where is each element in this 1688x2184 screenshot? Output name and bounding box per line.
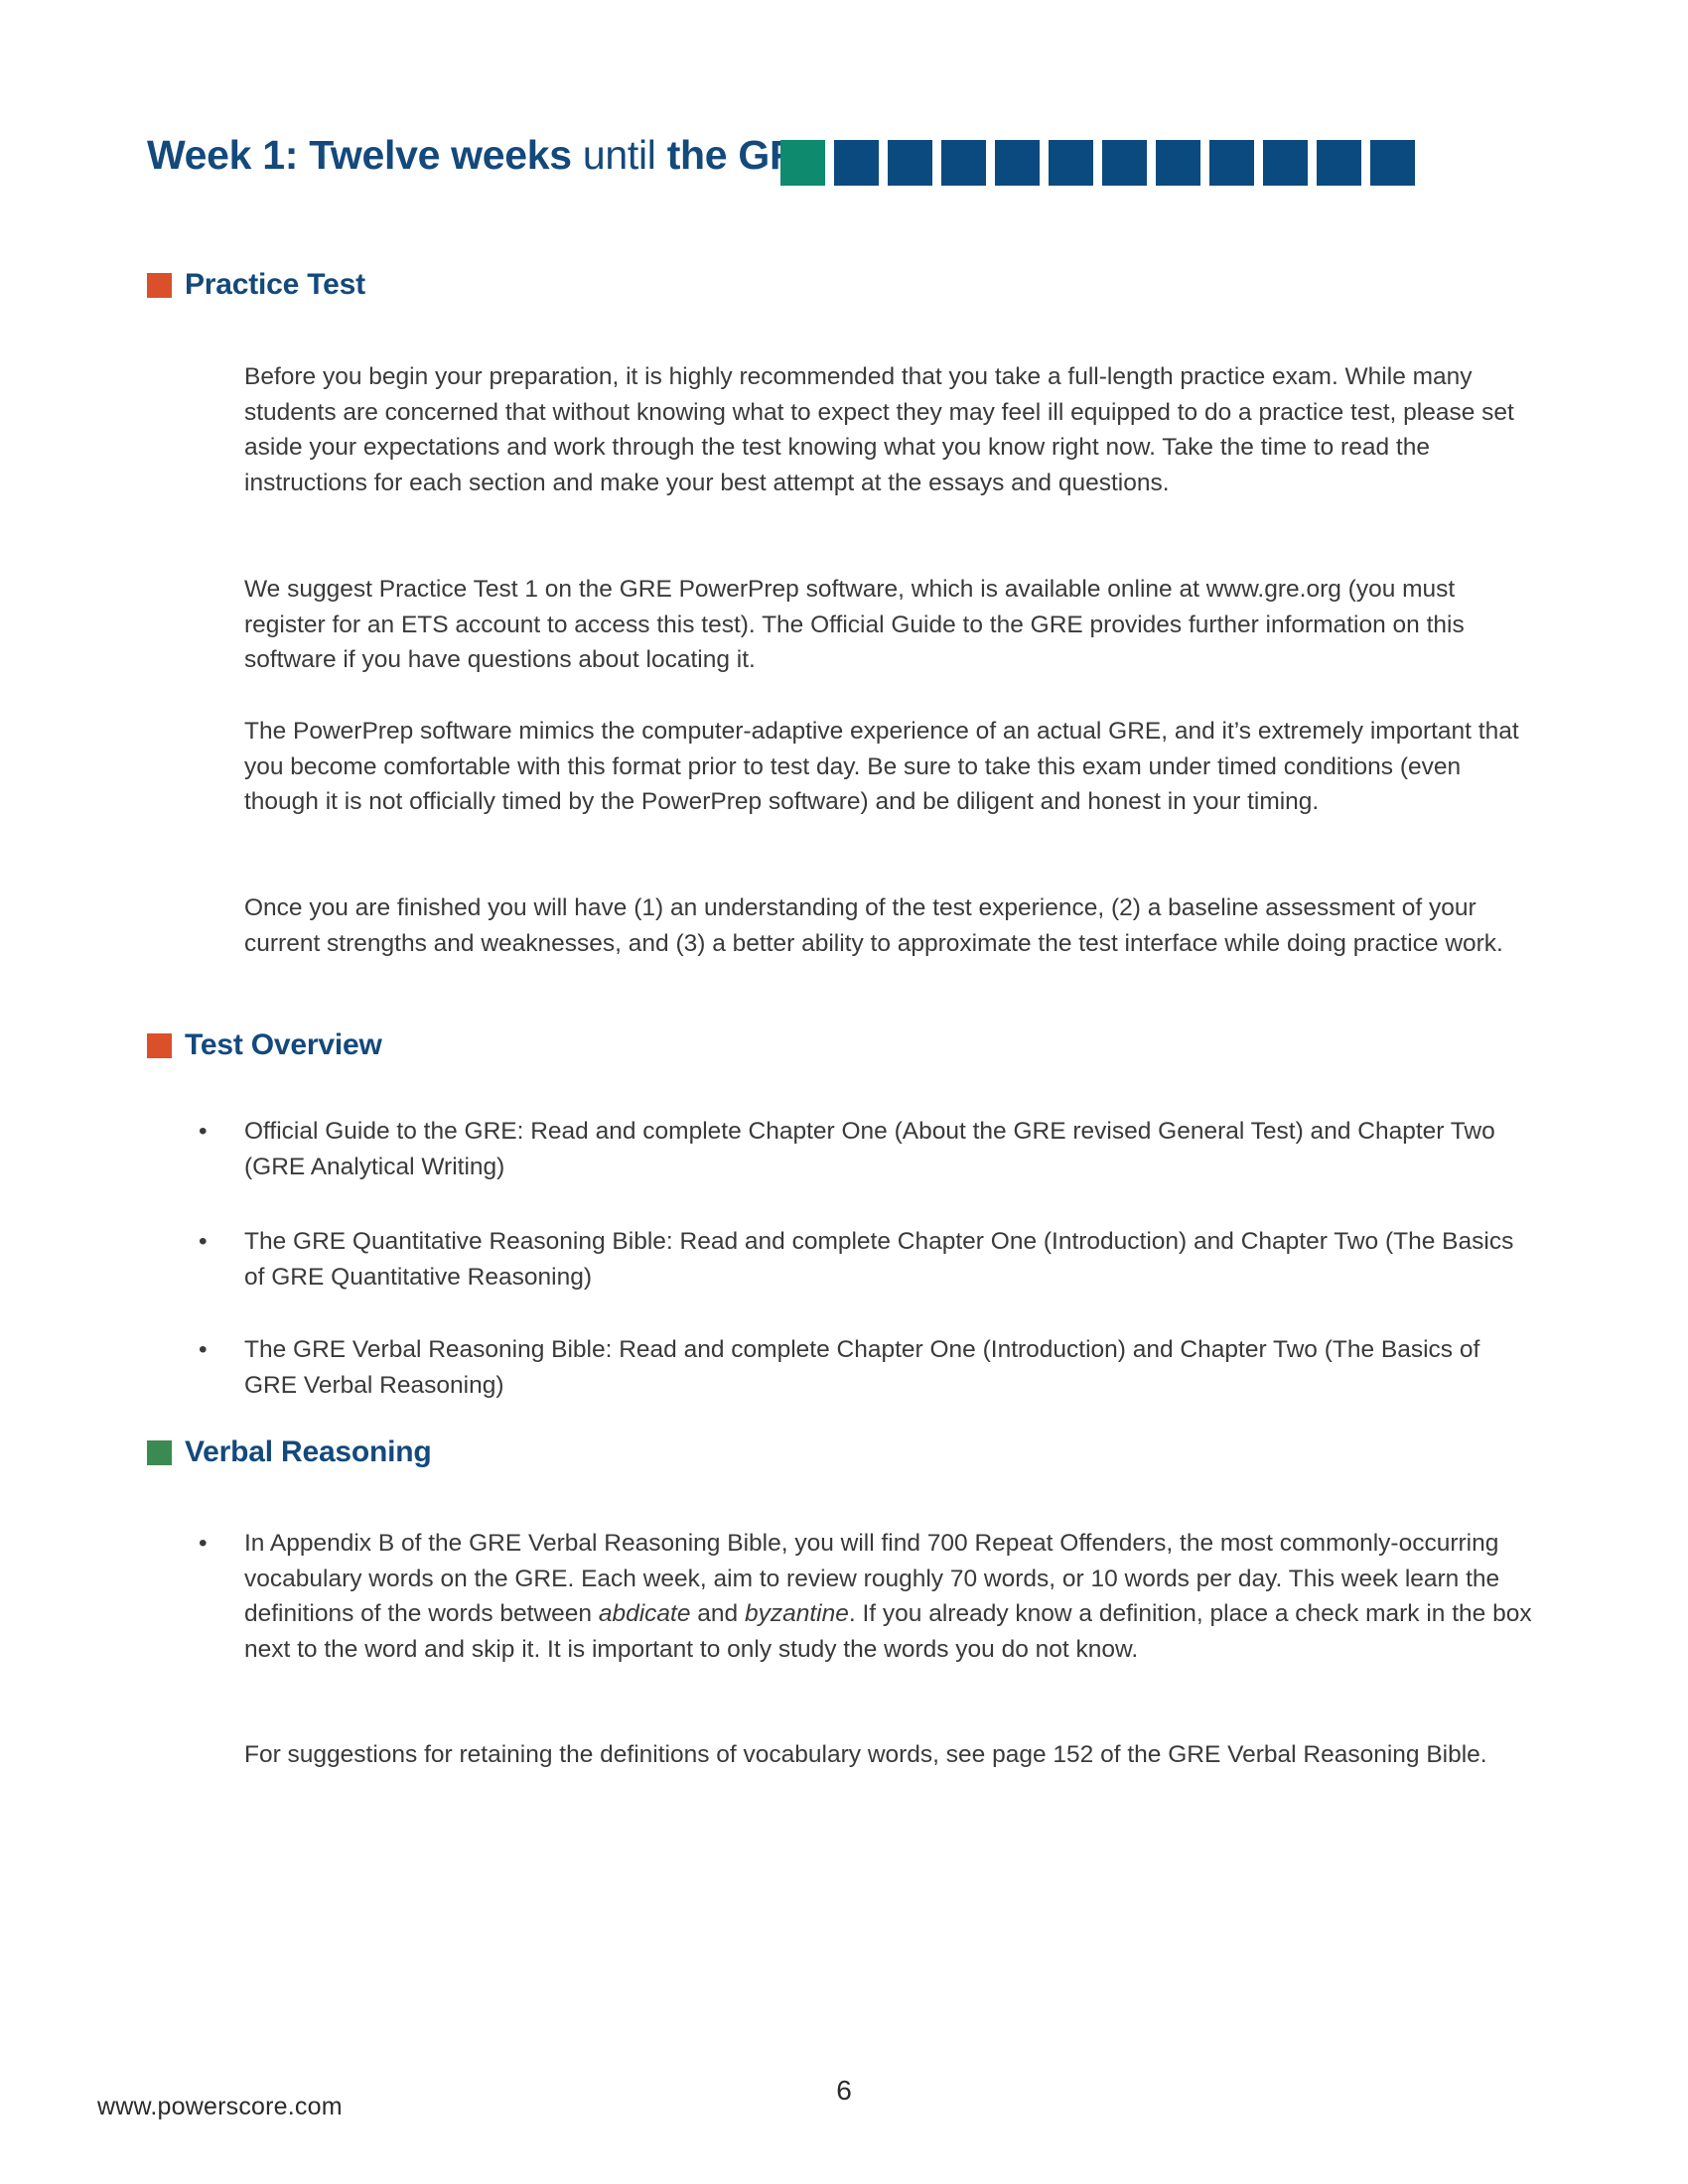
progress-block-12 <box>1370 140 1415 186</box>
list-item: • The GRE Verbal Reasoning Bible: Read a… <box>195 1332 1535 1403</box>
paragraph-practice-test-4: Once you are finished you will have (1) … <box>244 894 1503 957</box>
page-title-part-2: until <box>571 132 667 178</box>
bullet-marker-icon: • <box>199 1530 208 1557</box>
section-heading-label: Test Overview <box>185 1028 382 1061</box>
green-square-icon <box>147 1439 172 1465</box>
progress-block-2 <box>834 140 879 186</box>
section-heading-label: Practice Test <box>185 268 365 301</box>
list-item-text: In Appendix B of the GRE Verbal Reasonin… <box>244 1526 1535 1667</box>
list-item: • Official Guide to the GRE: Read and co… <box>195 1114 1535 1184</box>
list-item: • The GRE Quantitative Reasoning Bible: … <box>195 1224 1535 1295</box>
week-progress-blocks <box>780 140 1415 186</box>
section-heading-label: Verbal Reasoning <box>185 1435 432 1468</box>
progress-block-5 <box>995 140 1040 186</box>
progress-block-7 <box>1102 140 1147 186</box>
bullet-marker-icon: • <box>199 1118 208 1145</box>
orange-square-icon <box>147 272 172 298</box>
page-title-part-1: Week 1: Twelve weeks <box>147 132 572 178</box>
progress-block-3 <box>888 140 932 186</box>
list-item-text-segment-2: and <box>690 1600 745 1627</box>
italic-word-abdicate: abdicate <box>598 1600 691 1627</box>
progress-block-8 <box>1156 140 1200 186</box>
section-heading-practice-test: Practice Test <box>147 270 365 300</box>
paragraph-verbal-reasoning-closing: For suggestions for retaining the defini… <box>244 1741 1487 1768</box>
bullet-marker-icon: • <box>199 1336 208 1363</box>
footer-page-number: 6 <box>836 2075 852 2106</box>
section-heading-verbal-reasoning: Verbal Reasoning <box>147 1437 432 1467</box>
paragraph-practice-test-1: Before you begin your preparation, it is… <box>244 363 1514 496</box>
italic-word-byzantine: byzantine <box>744 1600 849 1627</box>
progress-block-10 <box>1263 140 1308 186</box>
progress-block-11 <box>1317 140 1361 186</box>
list-item-text: The GRE Verbal Reasoning Bible: Read and… <box>244 1336 1480 1399</box>
page-header: Week 1: Twelve weeks until the GRE <box>0 127 1688 187</box>
progress-block-4 <box>941 140 986 186</box>
progress-block-9 <box>1209 140 1254 186</box>
section-heading-test-overview: Test Overview <box>147 1030 382 1060</box>
paragraph-practice-test-2: We suggest Practice Test 1 on the GRE Po… <box>244 576 1465 673</box>
list-item: • In Appendix B of the GRE Verbal Reason… <box>195 1526 1535 1667</box>
list-item-text: Official Guide to the GRE: Read and comp… <box>244 1118 1495 1180</box>
page-title: Week 1: Twelve weeks until the GRE <box>147 127 826 187</box>
paragraph-practice-test-3: The PowerPrep software mimics the comput… <box>244 718 1519 815</box>
document-page: Week 1: Twelve weeks until the GRE Pract… <box>0 0 1688 2184</box>
bullet-marker-icon: • <box>199 1228 208 1255</box>
progress-block-6 <box>1049 140 1093 186</box>
list-item-text: The GRE Quantitative Reasoning Bible: Re… <box>244 1228 1514 1291</box>
orange-square-icon <box>147 1032 172 1058</box>
progress-block-1 <box>780 140 825 186</box>
